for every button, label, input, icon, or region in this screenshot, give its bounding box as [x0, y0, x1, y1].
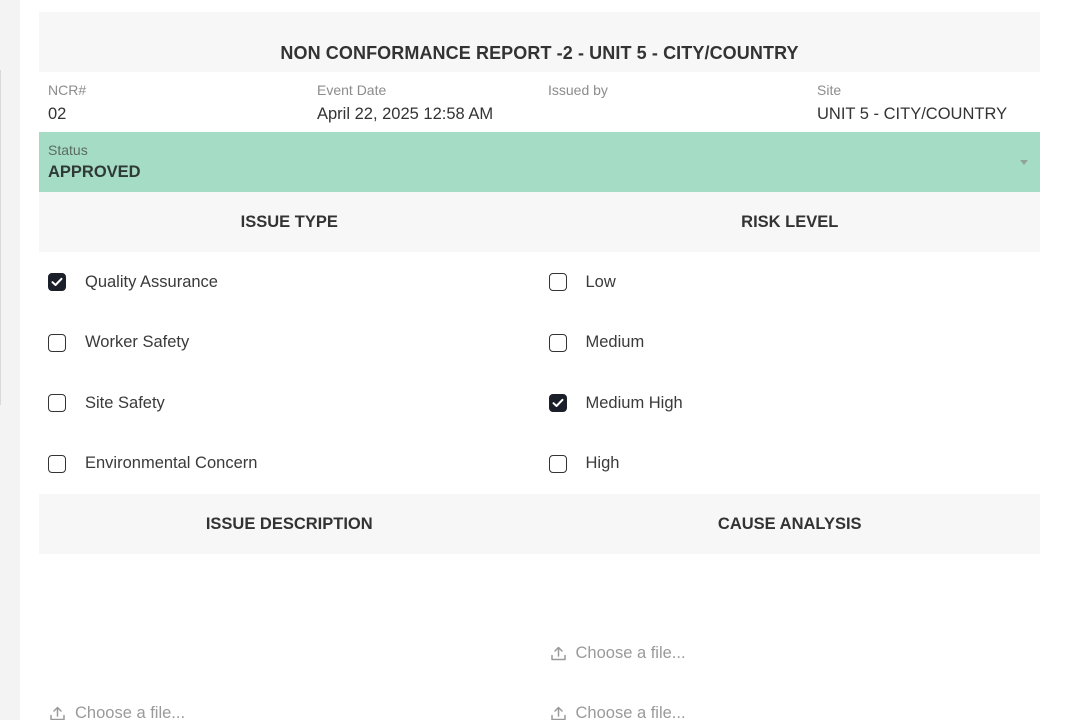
issued-by-label: Issued by — [548, 82, 608, 98]
site-value: UNIT 5 - CITY/COUNTRY — [817, 105, 1008, 123]
issue-type-option[interactable]: Worker Safety — [39, 313, 540, 374]
worker-safety-label: Worker Safety — [85, 333, 190, 352]
issued-by-field: Issued by — [548, 82, 608, 102]
site-safety-label: Site Safety — [85, 393, 165, 412]
cause-analysis-file-picker-2[interactable]: Choose a file... — [550, 704, 686, 720]
cause-analysis-panel: Choose a file... Choose a file... — [540, 554, 1041, 720]
issue-type-option[interactable]: Quality Assurance — [39, 252, 540, 313]
check-icon — [51, 278, 63, 287]
left-panel-divider — [0, 70, 1, 405]
status-label: Status — [48, 142, 88, 158]
risk-medium-high-label: Medium High — [585, 393, 683, 412]
cause-analysis-heading: CAUSE ANALYSIS — [717, 514, 862, 533]
report-sheet: NON CONFORMANCE REPORT -2 - UNIT 5 - CIT… — [20, 0, 1080, 720]
event-date-label: Event Date — [317, 82, 387, 98]
worker-safety-checkbox[interactable] — [48, 333, 66, 352]
risk-level-option[interactable]: Medium — [540, 313, 1041, 374]
event-date-field: Event Date April 22, 2025 12:58 AM — [317, 82, 493, 126]
status-value: APPROVED — [48, 163, 141, 181]
checkbox-grid: Quality Assurance Worker Safety Site Saf… — [39, 252, 1040, 494]
site-safety-checkbox[interactable] — [48, 394, 66, 413]
risk-level-option[interactable]: Low — [540, 252, 1041, 313]
upload-icon — [550, 706, 566, 720]
quality-assurance-label: Quality Assurance — [85, 272, 218, 291]
risk-level-options: Low Medium Medium High High — [540, 252, 1041, 494]
risk-medium-checkbox[interactable] — [548, 333, 567, 352]
issue-type-option[interactable]: Site Safety — [39, 373, 540, 434]
site-label: Site — [817, 82, 842, 98]
risk-medium-label: Medium — [585, 333, 645, 352]
issue-type-options: Quality Assurance Worker Safety Site Saf… — [39, 252, 540, 494]
issue-type-heading: ISSUE TYPE — [240, 212, 338, 231]
ncr-number-label: NCR# — [48, 82, 87, 98]
event-date-value: April 22, 2025 12:58 AM — [317, 105, 494, 123]
file-picker-text: Choose a file... — [575, 704, 686, 720]
report-title: NON CONFORMANCE REPORT -2 - UNIT 5 - CIT… — [280, 43, 799, 63]
risk-level-option[interactable]: High — [540, 434, 1041, 495]
left-panel-edge — [0, 0, 20, 720]
caret-down-icon[interactable] — [1020, 160, 1028, 165]
check-icon — [552, 399, 563, 408]
report-title-bar: NON CONFORMANCE REPORT -2 - UNIT 5 - CIT… — [39, 12, 1040, 72]
description-analysis-header: ISSUE DESCRIPTION CAUSE ANALYSIS — [39, 494, 1040, 554]
upload-icon — [50, 706, 65, 720]
status-select[interactable]: Status APPROVED — [39, 132, 1040, 192]
risk-low-checkbox[interactable] — [548, 273, 567, 292]
ncr-form: NON CONFORMANCE REPORT -2 - UNIT 5 - CIT… — [39, 12, 1040, 720]
issue-type-option[interactable]: Environmental Concern — [39, 434, 540, 495]
site-field: Site UNIT 5 - CITY/COUNTRY — [817, 82, 1007, 126]
upload-icon — [550, 646, 566, 661]
risk-level-option[interactable]: Medium High — [540, 373, 1041, 434]
ncr-number-field: NCR# 02 — [48, 82, 86, 126]
quality-assurance-checkbox[interactable] — [48, 273, 66, 292]
issue-description-panel: Choose a file... — [39, 554, 540, 720]
issue-description-file-picker[interactable]: Choose a file... — [49, 704, 185, 720]
file-picker-text: Choose a file... — [75, 704, 186, 720]
environmental-concern-checkbox[interactable] — [48, 454, 66, 473]
ncr-number-value: 02 — [48, 105, 67, 123]
risk-level-heading: RISK LEVEL — [741, 212, 839, 231]
meta-row: NCR# 02 Event Date April 22, 2025 12:58 … — [39, 72, 1040, 132]
issue-risk-header: ISSUE TYPE RISK LEVEL — [39, 192, 1040, 252]
risk-low-label: Low — [585, 272, 616, 291]
risk-high-label: High — [585, 454, 620, 473]
cause-analysis-file-picker-1[interactable]: Choose a file... — [550, 644, 686, 663]
file-picker-text: Choose a file... — [575, 644, 686, 662]
issue-description-heading: ISSUE DESCRIPTION — [205, 514, 373, 533]
risk-high-checkbox[interactable] — [548, 454, 567, 473]
risk-medium-high-checkbox[interactable] — [548, 394, 567, 413]
description-analysis-body: Choose a file... Choose a file... Choose… — [39, 554, 1040, 720]
environmental-concern-label: Environmental Concern — [85, 454, 258, 473]
